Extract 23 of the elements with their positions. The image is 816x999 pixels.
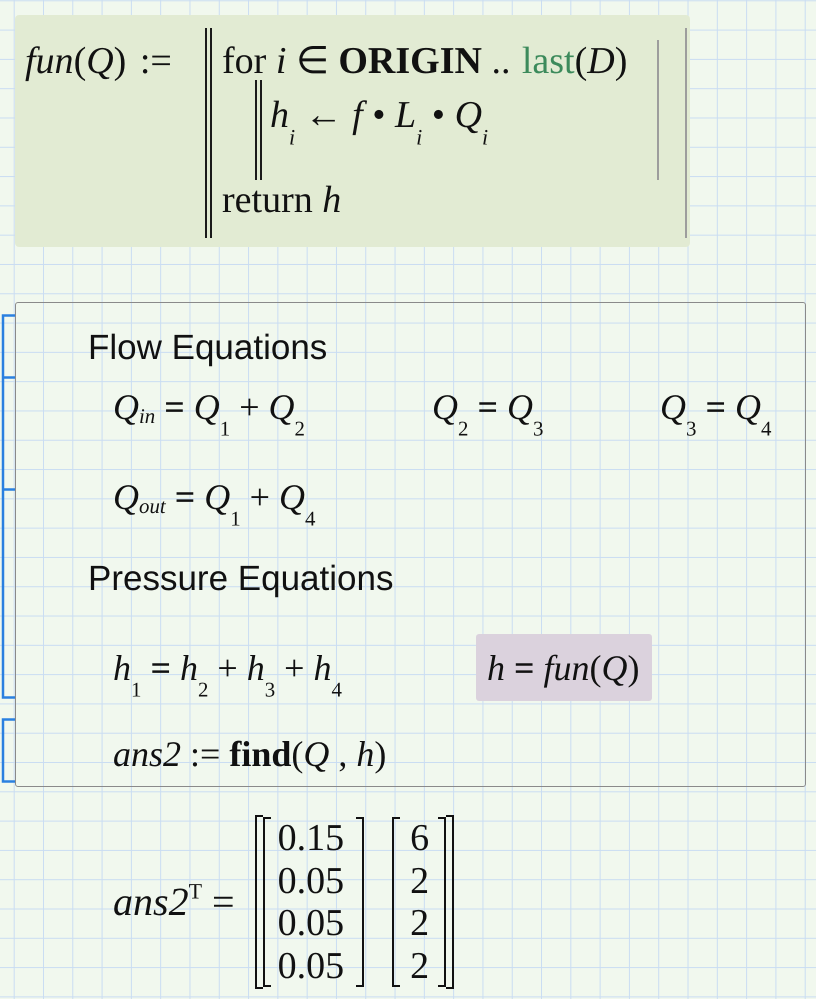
matrix-value: 0.05 — [278, 944, 344, 987]
equation: Q$_{3}$ = Q$_{4}$ — [660, 386, 772, 440]
section-heading: Pressure Equations — [88, 558, 394, 599]
matrix-value: 0.15 — [278, 817, 344, 860]
matrix-value: 2 — [410, 860, 430, 902]
matrix-value: 6 — [410, 817, 430, 860]
result-expression: ans2$^{T}$ = — [113, 879, 235, 925]
matrix-value: 0.05 — [278, 860, 344, 902]
area-bracket — [0, 718, 15, 783]
matrix-value: 0.05 — [278, 902, 344, 944]
program-line: return h — [222, 180, 342, 220]
function-definition: fun(Q) := — [25, 39, 173, 80]
section-heading: Flow Equations — [88, 328, 328, 368]
equation: h = fun(Q) — [476, 634, 652, 701]
solver-expression: ans2 := find(Q , h) — [113, 734, 386, 774]
matrix-value: 2 — [410, 944, 430, 987]
equation: Q$_{out}$ = Q$_{1}$ + Q$_{4}$ — [113, 477, 316, 530]
equation: h$_{1}$ = h$_{2}$ + h$_{3}$ + h$_{4}$ — [113, 648, 342, 700]
program-line: for i ∈ ORIGIN .. last(D) — [222, 40, 628, 80]
equation: Q$_{in}$ = Q$_{1}$ + Q$_{2}$ — [113, 386, 305, 440]
program-line: h$_{i}$ ← f • L$_{i}$ • Q$_{i}$ — [270, 96, 488, 149]
matrix-value: 2 — [410, 902, 430, 944]
equation: Q$_{2}$ = Q$_{3}$ — [432, 386, 544, 440]
